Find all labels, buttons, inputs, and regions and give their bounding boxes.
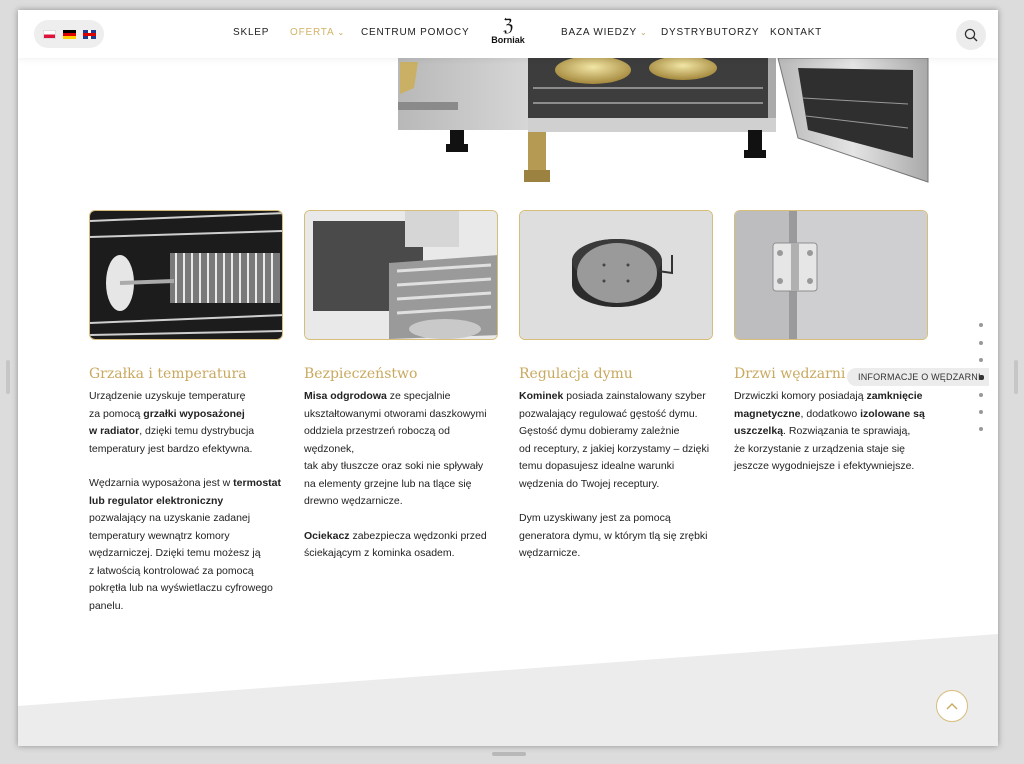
feature-paragraph: Wędzarnia wyposażona jest w termostat lub… — [89, 475, 283, 615]
nav-oferta[interactable]: OFERTA ⌄ — [290, 27, 345, 38]
chimney-damper-image — [519, 210, 713, 340]
nav-centrum-pomocy[interactable]: CENTRUM POMOCY — [361, 27, 469, 38]
feature-text-bold: magnetyczne — [734, 407, 801, 420]
section-dot[interactable] — [979, 358, 983, 362]
feature-text-segment: generatora dymu, w którym tlą się zrębki — [519, 529, 708, 542]
smokehouse-hero-image — [398, 58, 929, 183]
feature-text-segment: posiada zainstalowany szyber — [563, 390, 706, 402]
nav-baza-label: BAZA WIEDZY — [561, 27, 638, 38]
feature-text-bold: w radiator — [89, 425, 140, 437]
feature-text-segment: Dym uzyskiwany jest za pomocą — [519, 512, 671, 524]
feature-text-segment: Gęstość dymu dobieramy zależnie — [519, 425, 680, 437]
section-dot[interactable] — [979, 427, 983, 431]
feature-paragraph: Misa odgrodowa ze specjalnie ukształtowan… — [304, 388, 498, 511]
section-dot[interactable] — [979, 393, 983, 397]
chevron-down-icon: ⌄ — [337, 28, 345, 37]
feature-text-bold: uszczelką — [734, 425, 784, 437]
nav-dystrybutorzy[interactable]: DYSTRYBUTORZY — [661, 27, 759, 38]
feature-text-segment: wędzenia do Twojej receptury. — [519, 477, 660, 490]
feature-text-segment: oddziela przestrzeń roboczą od wędzonek, — [304, 425, 450, 455]
feature-text: Drzwiczki komory posiadają zamknięcie mag… — [734, 388, 928, 493]
chevron-down-icon: ⌄ — [640, 28, 648, 37]
drip-tray-image — [304, 210, 498, 340]
feature-text-segment: ściekającym z kominka osadem. — [304, 547, 455, 559]
feature-text-segment: pozwalający regulować gęstość dymu. — [519, 407, 698, 420]
section-dot-label: INFORMACJE O WĘDZARNI — [847, 368, 989, 386]
feature-text-segment: Urządzenie uzyskuje temperaturę — [89, 390, 246, 402]
flag-pl-icon[interactable] — [42, 29, 56, 39]
feature-text-segment: , dodatkowo — [800, 407, 861, 420]
door-hinge-image — [734, 210, 928, 340]
feature-text-segment: od receptury, z jakiej korzystamy – dzię… — [519, 442, 710, 455]
section-dot[interactable] — [979, 323, 983, 327]
feature-text-bold: grzałki wyposażonej — [143, 407, 245, 420]
feature-paragraph: Ociekacz zabezpiecza wędzonki przed ściek… — [304, 528, 498, 563]
feature-text-segment: ukształtowanymi otworami daszkowymi — [304, 407, 487, 420]
feature-title-smoke: Regulacja dymu — [519, 366, 633, 382]
feature-text-segment: , dzięki temu dystrybucja — [139, 425, 255, 437]
feature-text-segment: że korzystanie z urządzenia staje się — [734, 442, 905, 455]
feature-text-segment: wędzarnicze. — [519, 547, 581, 559]
feature-text-segment: Drzwiczki komory posiadają — [734, 390, 867, 402]
feature-text-segment: jeszcze wygodniejsze i efektywniejsze. — [734, 460, 915, 472]
heater-image — [89, 210, 283, 340]
feature-text-segment: pozwalający na uzyskanie zadanej — [89, 512, 251, 524]
flag-gb-icon[interactable] — [82, 29, 96, 39]
feature-paragraph: Dym uzyskiwany jest za pomocą generatora … — [519, 510, 713, 563]
window-resize-handle-bottom[interactable] — [492, 752, 526, 756]
nav-sklep[interactable]: SKLEP — [233, 27, 269, 38]
logo-text: Borniak — [491, 35, 525, 45]
feature-text-bold: Misa odgrodowa — [304, 390, 387, 402]
feature-text-segment: zabezpiecza wędzonki przed — [349, 529, 487, 542]
feature-paragraph: Urządzenie uzyskuje temperaturę za pomocą… — [89, 388, 283, 458]
feature-text: Misa odgrodowa ze specjalnie ukształtowan… — [304, 388, 498, 580]
browser-viewport: SKLEP OFERTA ⌄ CENTRUM POMOCY ℨ Borniak B… — [18, 10, 998, 746]
feature-text-segment: temperatury wewnątrz komory — [89, 529, 230, 542]
feature-text-segment: tak aby tłuszcze oraz soki nie spływały — [304, 460, 484, 472]
site-header: SKLEP OFERTA ⌄ CENTRUM POMOCY ℨ Borniak B… — [18, 10, 998, 58]
feature-title-safety: Bezpieczeństwo — [304, 366, 418, 382]
feature-text-bold: Kominek — [519, 390, 564, 402]
chevron-up-icon — [946, 703, 958, 710]
feature-title-heater: Grzałka i temperatura — [89, 366, 247, 382]
section-dot-active[interactable] — [979, 375, 984, 380]
nav-baza-wiedzy[interactable]: BAZA WIEDZY ⌄ — [561, 27, 648, 38]
feature-text-bold: zamknięcie — [866, 390, 923, 402]
search-icon — [964, 28, 978, 42]
footer-slant-background — [18, 634, 998, 746]
feature-text-bold: Ociekacz — [304, 529, 350, 542]
feature-text-segment: ze specjalnie — [386, 390, 451, 402]
feature-text-segment: temperatury jest bardzo efektywna. — [89, 442, 253, 455]
feature-text-segment: panelu. — [89, 599, 124, 612]
search-button[interactable] — [956, 20, 986, 50]
feature-text-bold: lub regulator elektroniczny — [89, 494, 224, 507]
nav-oferta-label: OFERTA — [290, 27, 335, 38]
flag-de-icon[interactable] — [62, 29, 76, 39]
section-dot[interactable] — [979, 410, 983, 414]
feature-text-segment: na elementy grzejne lub na tlące się — [304, 477, 472, 490]
feature-text-segment: Wędzarnia wyposażona jest w — [89, 477, 234, 489]
feature-text-segment: . Rozwiązania te sprawiają, — [783, 425, 911, 437]
feature-text-segment: pokrętła lub na wyświetlaczu cyfrowego — [89, 582, 273, 594]
logo-mark-icon: ℨ — [502, 16, 514, 36]
section-dot[interactable] — [979, 341, 983, 345]
feature-paragraph: Kominek posiada zainstalowany szyber pozw… — [519, 388, 713, 493]
feature-text-segment: za pomocą — [89, 407, 144, 420]
borniak-logo[interactable]: ℨ Borniak — [488, 16, 528, 46]
scroll-to-top-button[interactable] — [936, 690, 968, 722]
feature-title-door: Drzwi wędzarni — [734, 366, 846, 382]
feature-text-segment: z łatwością kontrolować za pomocą — [89, 564, 254, 577]
window-resize-handle-right[interactable] — [1014, 360, 1018, 394]
nav-kontakt[interactable]: KONTAKT — [770, 27, 822, 38]
feature-paragraph: Drzwiczki komory posiadają zamknięcie mag… — [734, 388, 928, 476]
feature-text-segment: drewno wędzarnicze. — [304, 495, 403, 507]
feature-text-segment: temu dopasujesz idealne warunki — [519, 460, 675, 472]
feature-text: Kominek posiada zainstalowany szyber pozw… — [519, 388, 713, 580]
feature-text: Urządzenie uzyskuje temperaturę za pomocą… — [89, 388, 283, 632]
feature-text-bold: termostat — [233, 477, 282, 489]
language-switcher — [34, 20, 104, 48]
feature-text-bold: izolowane są — [860, 407, 925, 420]
window-resize-handle-left[interactable] — [6, 360, 10, 394]
feature-text-segment: wędzarniczej. Dzięki temu możesz ją — [89, 547, 261, 559]
